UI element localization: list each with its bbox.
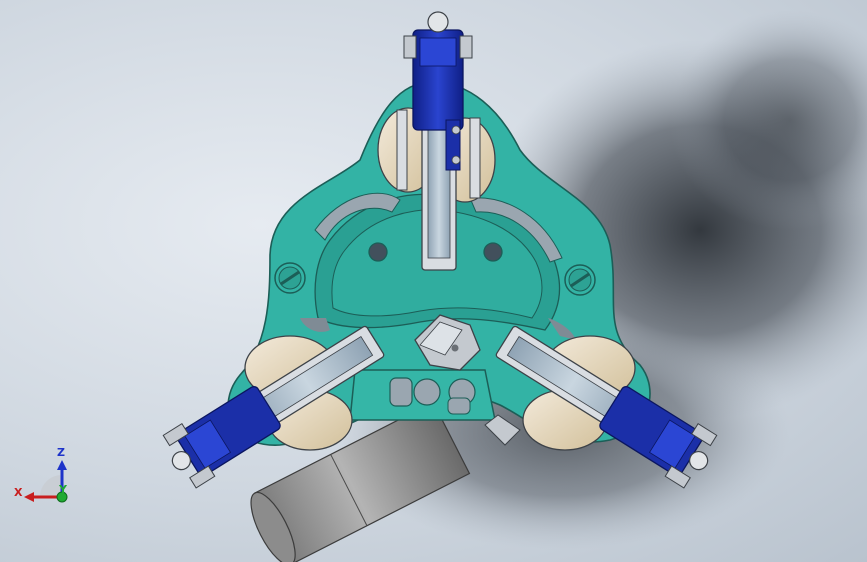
cad-viewport[interactable]: Z X Y: [0, 0, 867, 562]
x-axis-label: X: [14, 486, 23, 499]
model-scene[interactable]: Z X Y: [0, 0, 867, 562]
plate-hole-right: [483, 242, 503, 262]
z-axis-arrow: [57, 460, 67, 470]
y-axis-label: Y: [58, 483, 68, 496]
bottom-bridge[interactable]: [349, 369, 496, 421]
coordinate-triad[interactable]: Z X Y: [14, 446, 68, 503]
z-axis-label: Z: [57, 446, 65, 459]
plate-hole-left: [368, 242, 388, 262]
plate-bolt-right[interactable]: [564, 264, 596, 296]
x-axis-arrow: [24, 492, 34, 502]
plate-bolt-left[interactable]: [274, 262, 306, 294]
